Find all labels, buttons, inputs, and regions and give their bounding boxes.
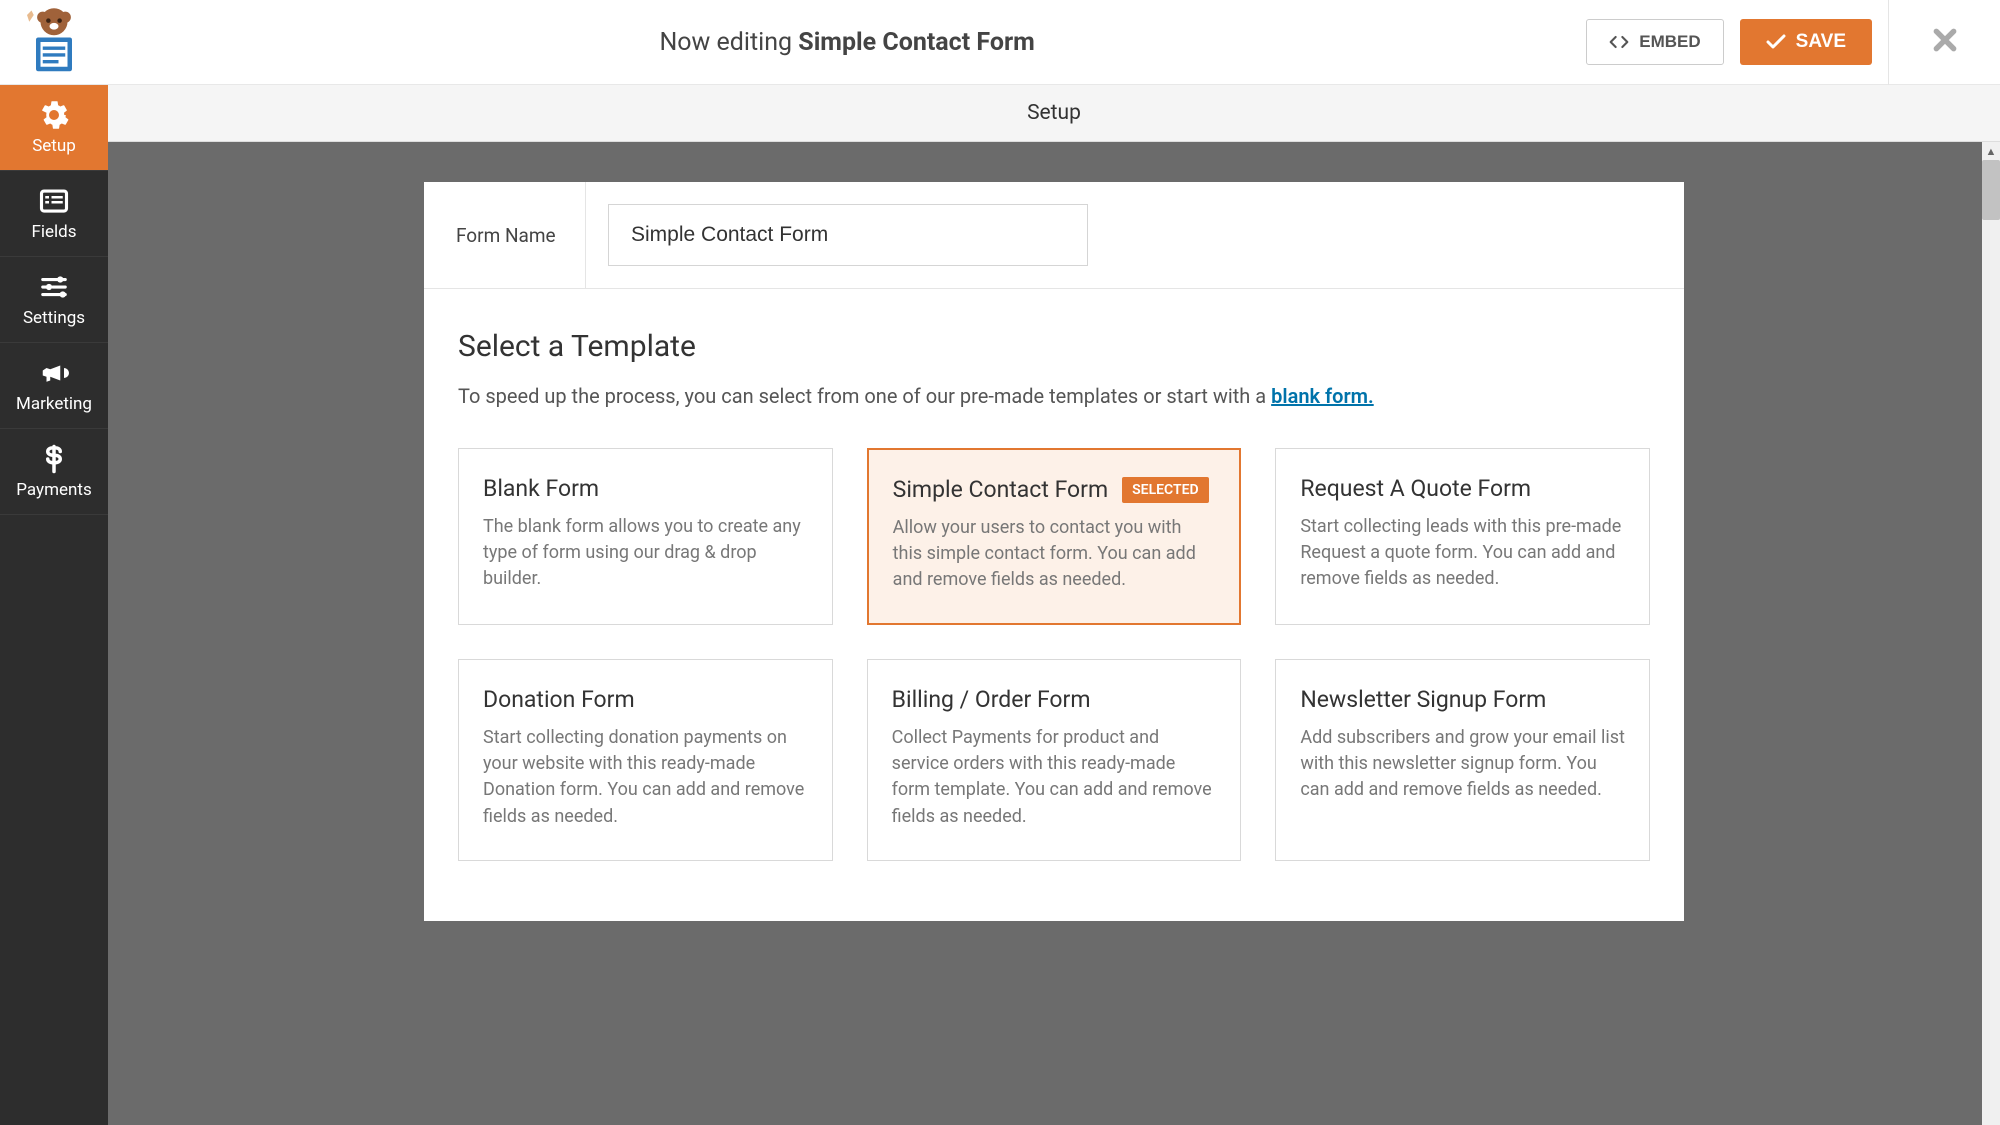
template-card-title: Request A Quote Form	[1300, 475, 1625, 502]
gear-icon	[39, 100, 69, 130]
list-icon	[39, 186, 69, 216]
sidebar-label: Fields	[31, 222, 76, 242]
sidebar-item-fields[interactable]: Fields	[0, 171, 108, 257]
template-card-title: Donation Form	[483, 686, 808, 713]
selected-badge: SELECTED	[1122, 477, 1208, 503]
template-card-desc: Add subscribers and grow your email list…	[1300, 725, 1625, 803]
sidebar-label: Marketing	[16, 394, 92, 414]
template-section: Select a Template To speed up the proces…	[424, 289, 1684, 921]
template-card-desc: Allow your users to contact you with thi…	[893, 515, 1216, 593]
template-card-donation-form[interactable]: Donation Form Start collecting donation …	[458, 659, 833, 860]
sidebar-item-settings[interactable]: Settings	[0, 257, 108, 343]
template-description: To speed up the process, you can select …	[458, 384, 1650, 408]
template-card-blank-form[interactable]: Blank Form The blank form allows you to …	[458, 448, 833, 625]
scrollbar-thumb[interactable]	[1982, 160, 2000, 220]
header-title: Now editing Simple Contact Form	[108, 28, 1586, 57]
sidebar-label: Settings	[23, 308, 85, 328]
scroll-up-arrow[interactable]: ▲	[1982, 142, 2000, 160]
template-card-desc: Start collecting leads with this pre-mad…	[1300, 514, 1625, 592]
template-card-billing-order-form[interactable]: Billing / Order Form Collect Payments fo…	[867, 659, 1242, 860]
embed-button[interactable]: EMBED	[1586, 19, 1723, 65]
form-name-row: Form Name	[424, 182, 1684, 289]
check-icon	[1766, 34, 1786, 50]
template-card-title: Blank Form	[483, 475, 808, 502]
bullhorn-icon	[39, 358, 69, 388]
template-heading: Select a Template	[458, 329, 1650, 364]
sidebar-item-payments[interactable]: Payments	[0, 429, 108, 515]
template-card-request-quote-form[interactable]: Request A Quote Form Start collecting le…	[1275, 448, 1650, 625]
dollar-icon	[39, 444, 69, 474]
editing-prefix: Now editing	[659, 28, 798, 57]
template-card-title: Billing / Order Form	[892, 686, 1217, 713]
top-header: Now editing Simple Contact Form EMBED SA…	[0, 0, 2000, 85]
template-desc-text: To speed up the process, you can select …	[458, 384, 1271, 408]
form-name-label: Form Name	[424, 182, 586, 288]
template-card-title: Newsletter Signup Form	[1300, 686, 1625, 713]
blank-form-link[interactable]: blank form.	[1271, 384, 1374, 408]
subheader: Setup	[108, 85, 2000, 142]
form-name-input[interactable]	[608, 204, 1088, 266]
main-layout: Setup Fields Settings Marketing Payments…	[0, 85, 2000, 1125]
embed-label: EMBED	[1639, 32, 1700, 52]
sidebar-item-marketing[interactable]: Marketing	[0, 343, 108, 429]
editing-form-name: Simple Contact Form	[798, 28, 1034, 57]
template-card-newsletter-signup-form[interactable]: Newsletter Signup Form Add subscribers a…	[1275, 659, 1650, 860]
sidebar-label: Setup	[32, 136, 76, 156]
sidebar: Setup Fields Settings Marketing Payments	[0, 85, 108, 1125]
template-grid: Blank Form The blank form allows you to …	[458, 448, 1650, 861]
subheader-title: Setup	[1027, 101, 1081, 125]
scroll-region[interactable]: Form Name Select a Template To speed up …	[108, 142, 2000, 1125]
close-button[interactable]	[1920, 27, 1970, 57]
header-actions: EMBED SAVE	[1586, 0, 2000, 85]
template-card-desc: Collect Payments for product and service…	[892, 725, 1217, 829]
form-name-input-wrap	[586, 182, 1684, 288]
save-label: SAVE	[1796, 31, 1846, 53]
template-card-simple-contact-form[interactable]: Simple Contact Form SELECTED Allow your …	[867, 448, 1242, 625]
template-card-desc: The blank form allows you to create any …	[483, 514, 808, 592]
sliders-icon	[39, 272, 69, 302]
app-logo	[0, 6, 108, 78]
sidebar-label: Payments	[16, 480, 91, 500]
content-area: Setup Form Name Select a Template To spe…	[108, 85, 2000, 1125]
header-divider	[1888, 0, 1889, 85]
sidebar-item-setup[interactable]: Setup	[0, 85, 108, 171]
template-card-desc: Start collecting donation payments on yo…	[483, 725, 808, 829]
template-card-title: Simple Contact Form SELECTED	[893, 476, 1216, 503]
wpforms-logo-icon	[18, 6, 90, 78]
save-button[interactable]: SAVE	[1740, 19, 1872, 65]
setup-panel: Form Name Select a Template To speed up …	[424, 182, 1684, 921]
vertical-scrollbar[interactable]: ▲	[1982, 142, 2000, 1125]
close-icon	[1932, 27, 1958, 53]
code-icon	[1609, 34, 1629, 50]
